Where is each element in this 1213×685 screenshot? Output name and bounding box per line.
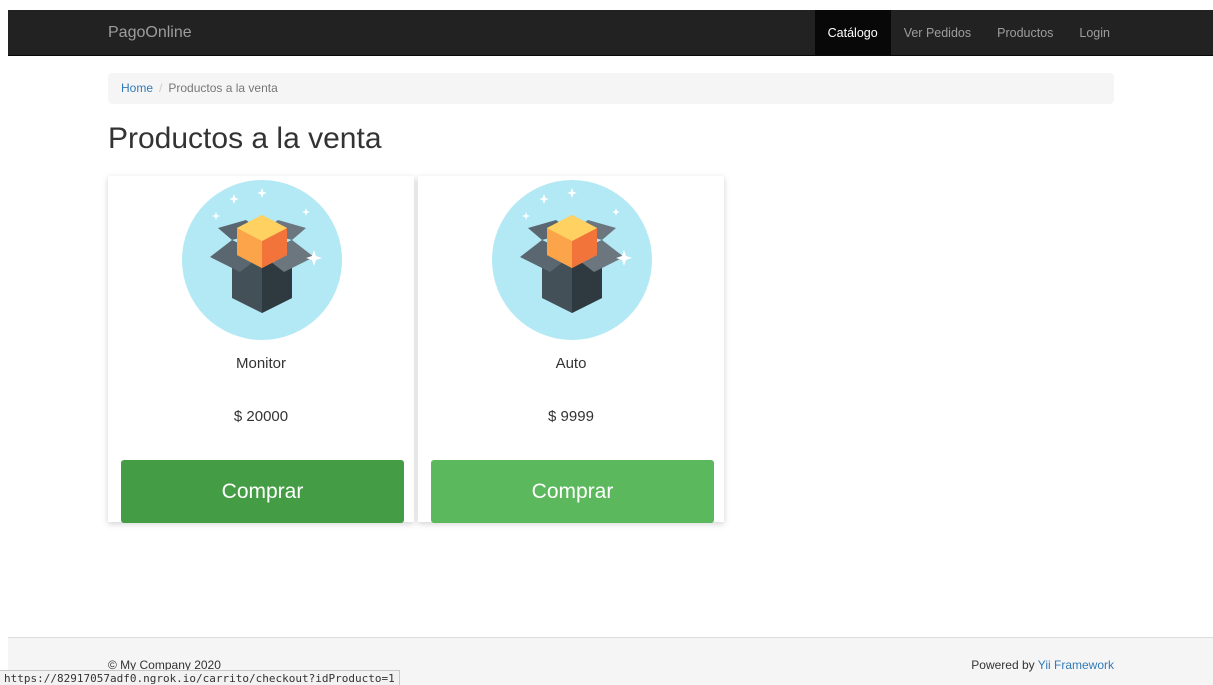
breadcrumb-home-link[interactable]: Home (121, 81, 153, 95)
product-card: Auto $ 9999 Comprar (418, 176, 724, 523)
buy-button[interactable]: Comprar (431, 460, 714, 523)
breadcrumb-current: Productos a la venta (168, 81, 278, 95)
product-price: $ 20000 (233, 408, 289, 425)
powered-by-text: Powered by (971, 658, 1035, 672)
nav-item-productos[interactable]: Productos (984, 10, 1066, 56)
page-title: Productos a la venta (108, 122, 382, 155)
open-box-icon (492, 180, 652, 340)
navbar: PagoOnline Catálogo Ver Pedidos Producto… (8, 10, 1213, 56)
breadcrumb: Home / Productos a la venta (108, 73, 1114, 104)
breadcrumb-separator: / (159, 81, 163, 95)
buy-button[interactable]: Comprar (121, 460, 404, 523)
product-price: $ 9999 (548, 408, 594, 425)
nav-item-ver-pedidos[interactable]: Ver Pedidos (891, 10, 984, 56)
nav-menu: Catálogo Ver Pedidos Productos Login (814, 10, 1123, 56)
brand-link[interactable]: PagoOnline (108, 10, 192, 56)
footer-powered-by: Powered by Yii Framework (971, 658, 1114, 672)
nav-item-catalogo[interactable]: Catálogo (814, 10, 891, 56)
product-name: Auto (555, 355, 587, 372)
product-name: Monitor (235, 355, 287, 372)
page: PagoOnline Catálogo Ver Pedidos Producto… (8, 10, 1213, 685)
product-card: Monitor $ 20000 Comprar (108, 176, 414, 523)
nav-item-login[interactable]: Login (1066, 10, 1123, 56)
status-bar-url: https://82917057adf0.ngrok.io/carrito/ch… (0, 670, 400, 685)
open-box-icon (182, 180, 342, 340)
yii-framework-link[interactable]: Yii Framework (1038, 658, 1114, 672)
